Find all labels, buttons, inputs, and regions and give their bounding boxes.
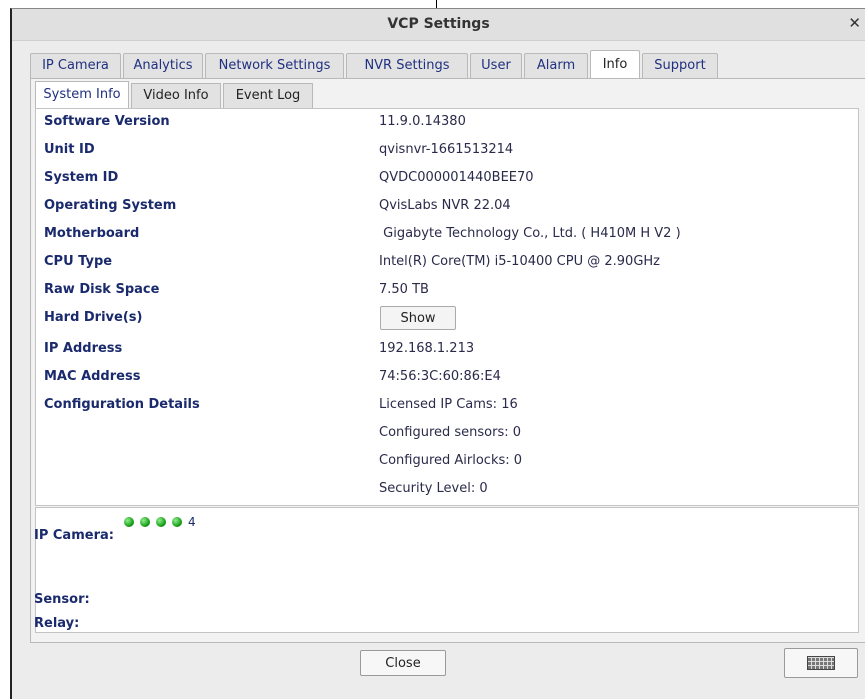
relay-status-label: Relay:: [34, 616, 80, 631]
camera-online-icon: [140, 517, 150, 527]
tab-analytics[interactable]: Analytics: [123, 53, 203, 78]
cursor-tick: [436, 0, 437, 8]
info-row-system-id: System ID QVDC000001440BEE70: [36, 165, 858, 193]
info-label: IP Address: [44, 341, 123, 356]
info-value: qvisnvr-1661513214: [379, 142, 514, 157]
close-button[interactable]: Close: [360, 650, 446, 676]
ip-camera-status-dots: 4: [124, 515, 196, 529]
info-row-security-level: Security Level: 0: [36, 476, 858, 504]
close-icon[interactable]: ✕: [848, 14, 861, 32]
info-row-mac-address: MAC Address 74:56:3C:60:86:E4: [36, 364, 858, 392]
window-title: VCP Settings: [387, 16, 490, 32]
info-value: Configured Airlocks: 0: [379, 453, 523, 468]
info-row-unit-id: Unit ID qvisnvr-1661513214: [36, 137, 858, 165]
info-row-ip-address: IP Address 192.168.1.213: [36, 336, 858, 364]
tab-alarm[interactable]: Alarm: [524, 53, 588, 78]
vcp-settings-dialog: VCP Settings ✕ IP Camera Analytics Netwo…: [10, 8, 865, 699]
show-hard-drives-button[interactable]: Show: [380, 306, 456, 330]
tab-ip-camera[interactable]: IP Camera: [30, 53, 121, 78]
info-label: Hard Drive(s): [44, 310, 143, 325]
info-value: 192.168.1.213: [379, 341, 475, 356]
info-value: QVDC000001440BEE70: [379, 170, 534, 185]
info-row-hard-drives: Hard Drive(s) Show: [36, 305, 858, 333]
info-row-cpu-type: CPU Type Intel(R) Core(TM) i5-10400 CPU …: [36, 249, 858, 277]
info-label: Raw Disk Space: [44, 282, 160, 297]
info-label: CPU Type: [44, 254, 113, 269]
info-row-motherboard: Motherboard Gigabyte Technology Co., Ltd…: [36, 221, 858, 249]
subtab-video-info[interactable]: Video Info: [131, 83, 221, 108]
ip-camera-status-label: IP Camera:: [34, 528, 114, 543]
keyboard-button[interactable]: [784, 648, 858, 678]
tab-info[interactable]: Info: [590, 50, 640, 78]
tab-user[interactable]: User: [470, 53, 522, 78]
info-value: Gigabyte Technology Co., Ltd. ( H410M H …: [379, 226, 681, 241]
info-row-configured-sensors: Configured sensors: 0: [36, 420, 858, 448]
info-row-configured-airlocks: Configured Airlocks: 0: [36, 448, 858, 476]
info-label: Motherboard: [44, 226, 140, 241]
camera-online-icon: [156, 517, 166, 527]
info-value: QvisLabs NVR 22.04: [379, 198, 511, 213]
subtab-event-log[interactable]: Event Log: [223, 83, 313, 108]
tab-support[interactable]: Support: [642, 53, 718, 78]
ip-camera-count: 4: [188, 515, 196, 529]
system-info-table: Software Version 11.9.0.14380 Unit ID qv…: [35, 108, 859, 506]
info-label: Configuration Details: [44, 397, 200, 412]
info-row-software-version: Software Version 11.9.0.14380: [36, 109, 858, 137]
info-label: MAC Address: [44, 369, 141, 384]
info-value: Intel(R) Core(TM) i5-10400 CPU @ 2.90GHz: [379, 254, 660, 269]
info-value: Security Level: 0: [379, 481, 488, 496]
subtab-system-info[interactable]: System Info: [35, 81, 129, 109]
tab-network-settings[interactable]: Network Settings: [205, 53, 344, 78]
sensor-status-label: Sensor:: [34, 592, 90, 607]
device-status-area: IP Camera: 4 Sensor: Relay:: [34, 507, 859, 633]
info-value: 74:56:3C:60:86:E4: [379, 369, 501, 384]
screen-top-strip: [0, 0, 865, 8]
title-bar: VCP Settings ✕: [12, 9, 865, 41]
info-value: Licensed IP Cams: 16: [379, 397, 518, 412]
info-value: Configured sensors: 0: [379, 425, 522, 440]
info-label: Unit ID: [44, 142, 95, 157]
camera-online-icon: [172, 517, 182, 527]
info-label: System ID: [44, 170, 119, 185]
info-value: 7.50 TB: [379, 282, 429, 297]
info-panel: System Info Video Info Event Log Softwar…: [30, 78, 865, 643]
info-row-configuration-details: Configuration Details Licensed IP Cams: …: [36, 392, 858, 420]
info-label: Software Version: [44, 114, 170, 129]
tab-nvr-settings[interactable]: NVR Settings: [346, 53, 468, 78]
camera-online-icon: [124, 517, 134, 527]
info-value: 11.9.0.14380: [379, 114, 466, 129]
info-row-raw-disk-space: Raw Disk Space 7.50 TB: [36, 277, 858, 305]
info-label: Operating System: [44, 198, 177, 213]
info-row-operating-system: Operating System QvisLabs NVR 22.04: [36, 193, 858, 221]
keyboard-icon: [807, 656, 835, 670]
